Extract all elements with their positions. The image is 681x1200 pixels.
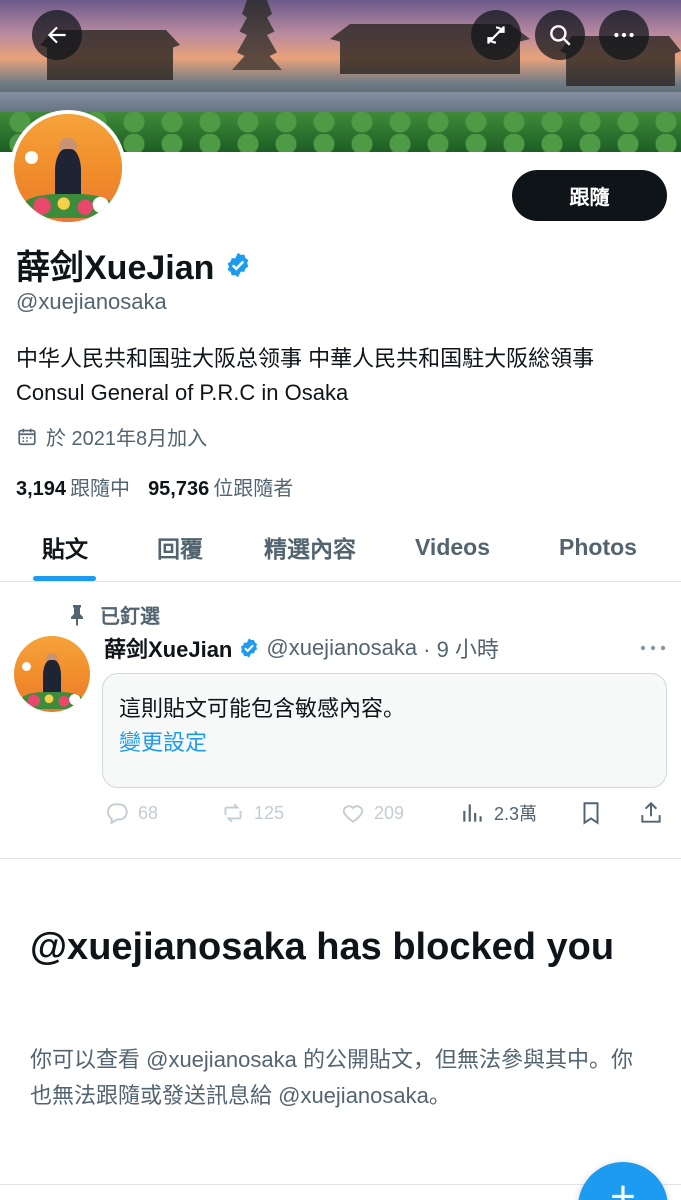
profile-tabs: 貼文 回覆 精選內容 Videos Photos bbox=[0, 512, 681, 582]
pinned-indicator: 已釘選 bbox=[68, 600, 160, 629]
more-button[interactable] bbox=[599, 10, 649, 60]
repost-icon bbox=[224, 803, 242, 823]
reply-button[interactable]: 68 bbox=[104, 800, 158, 826]
followers-label: 位跟隨者 bbox=[213, 478, 294, 500]
repost-count: 125 bbox=[254, 802, 285, 823]
blocked-description: 你可以查看 @xuejianosaka 的公開貼文，但無法參與其中。你也無法跟隨… bbox=[30, 1047, 633, 1108]
tab-videos[interactable]: Videos bbox=[390, 512, 515, 582]
avatar-image bbox=[14, 114, 122, 222]
section-divider bbox=[0, 858, 681, 859]
share-icon bbox=[641, 801, 661, 823]
pin-icon bbox=[71, 604, 83, 626]
post-time[interactable]: · 9 小時 bbox=[423, 632, 499, 664]
arrow-left-icon bbox=[47, 26, 66, 44]
avatar-flowers bbox=[21, 692, 83, 709]
more-horizontal-icon bbox=[640, 645, 666, 651]
joined-text: 於 2021年8月加入 bbox=[46, 428, 208, 450]
post-author-name[interactable]: 薛剑XueJian bbox=[104, 632, 232, 664]
post-author-avatar[interactable] bbox=[14, 636, 90, 712]
post-actions: 68 125 209 2.3萬 bbox=[104, 800, 669, 830]
search-button[interactable] bbox=[535, 10, 585, 60]
tab-highlights[interactable]: 精選內容 bbox=[230, 512, 390, 582]
verified-badge-icon[interactable] bbox=[224, 251, 252, 279]
sensitive-content-warning: 這則貼文可能包含敏感內容。 變更設定 bbox=[102, 673, 667, 788]
post-author-handle[interactable]: @xuejianosaka bbox=[266, 635, 417, 661]
views-count: 2.3萬 bbox=[494, 804, 538, 824]
followers-link[interactable]: 95,736 位跟隨者 bbox=[148, 472, 293, 501]
search-icon bbox=[550, 25, 571, 46]
post-header: 薛剑XueJian @xuejianosaka · 9 小時 bbox=[104, 632, 499, 664]
tab-photos[interactable]: Photos bbox=[515, 512, 681, 582]
like-button[interactable]: 209 bbox=[340, 800, 404, 826]
blocked-title: @xuejianosaka has blocked you bbox=[30, 926, 615, 968]
followers-count: 95,736 bbox=[148, 478, 210, 500]
pinned-label-text: 已釘選 bbox=[100, 606, 160, 628]
refresh-off-icon bbox=[487, 26, 505, 44]
follow-button[interactable]: 跟隨 bbox=[512, 170, 667, 221]
refresh-button[interactable] bbox=[471, 10, 521, 60]
more-horizontal-icon bbox=[614, 32, 634, 38]
panda-logo bbox=[24, 150, 38, 164]
reply-count: 68 bbox=[138, 802, 159, 823]
active-tab-indicator bbox=[33, 576, 96, 581]
bottom-divider bbox=[0, 1184, 681, 1185]
display-name: 薛剑XueJian bbox=[16, 240, 252, 289]
tab-posts[interactable]: 貼文 bbox=[0, 512, 130, 582]
following-link[interactable]: 3,194 跟隨中 bbox=[16, 472, 130, 501]
following-label: 跟隨中 bbox=[70, 478, 131, 500]
verified-badge-icon bbox=[241, 638, 258, 658]
repost-button[interactable]: 125 bbox=[220, 800, 284, 826]
tab-replies[interactable]: 回覆 bbox=[130, 512, 230, 582]
bookmark-button[interactable] bbox=[578, 800, 604, 826]
like-count: 209 bbox=[374, 802, 405, 823]
back-button[interactable] bbox=[32, 10, 82, 60]
avatar-image bbox=[14, 636, 90, 712]
bookmark-icon bbox=[583, 802, 599, 825]
views-button[interactable]: 2.3萬 bbox=[460, 800, 537, 826]
heart-icon bbox=[342, 805, 364, 823]
avatar-flowers bbox=[24, 193, 112, 218]
reply-icon bbox=[106, 803, 128, 825]
sensitive-warning-text: 這則貼文可能包含敏感內容。 bbox=[119, 696, 406, 721]
joined-date: 於 2021年8月加入 bbox=[16, 422, 207, 451]
display-name-text: 薛剑XueJian bbox=[16, 249, 215, 287]
profile-handle: @xuejianosaka bbox=[16, 289, 167, 314]
follow-stats: 3,194 跟隨中 95,736 位跟隨者 bbox=[16, 472, 293, 501]
share-button[interactable] bbox=[638, 800, 664, 826]
analytics-icon bbox=[463, 804, 482, 822]
calendar-icon bbox=[18, 428, 36, 445]
compose-post-button[interactable]: + bbox=[578, 1162, 668, 1200]
change-settings-link[interactable]: 變更設定 bbox=[119, 726, 650, 760]
banner-pagoda bbox=[232, 0, 282, 70]
profile-avatar[interactable] bbox=[10, 110, 126, 226]
profile-bio: 中华人民共和国驻大阪总领事 中華人民共和国駐大阪総領事 Consul Gener… bbox=[16, 346, 595, 405]
following-count: 3,194 bbox=[16, 478, 67, 500]
panda-logo bbox=[21, 661, 31, 671]
post-more-button[interactable] bbox=[638, 638, 668, 658]
